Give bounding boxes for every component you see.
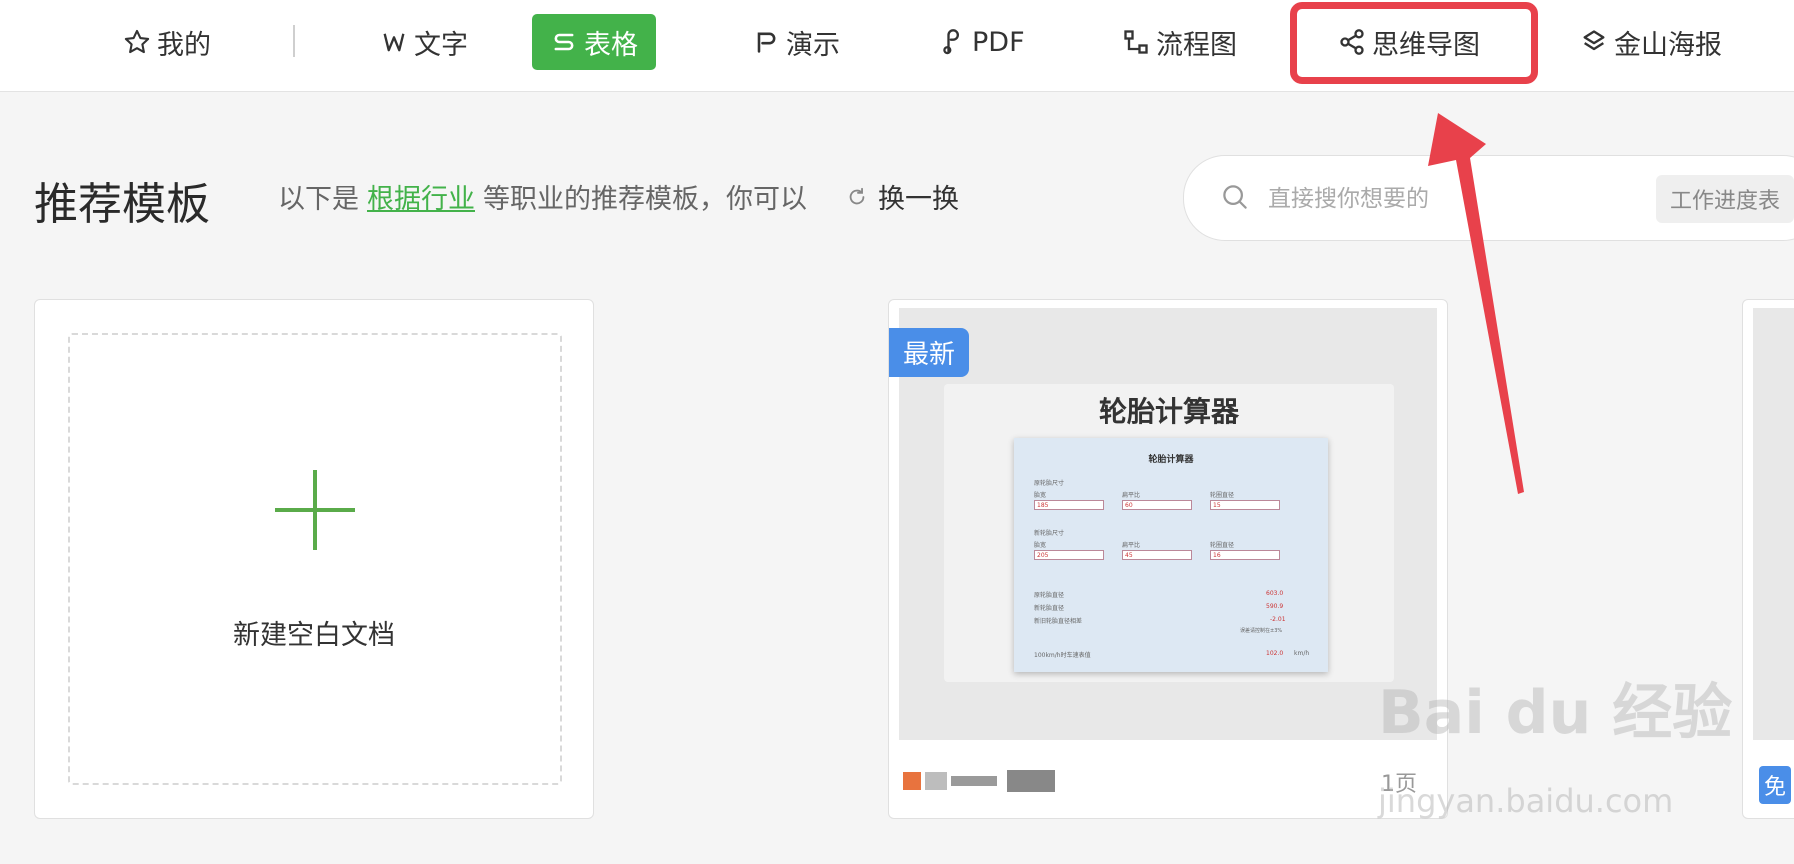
author-name-blurred xyxy=(1007,770,1055,792)
author-name-blurred xyxy=(951,776,997,786)
doc-col-label: 胎宽 xyxy=(1034,542,1047,549)
doc-note: 误差请控制在±3% xyxy=(1240,628,1283,634)
subtitle-prefix: 以下是 xyxy=(278,184,359,215)
thumbnail-document: 轮胎计算器 原轮胎尺寸 胎宽 扁平比 轮圈直径 185 60 15 新轮胎尺寸 … xyxy=(1014,438,1328,672)
refresh-label: 换一换 xyxy=(878,184,959,215)
doc-col-label: 扁平比 xyxy=(1122,542,1141,549)
template-thumbnail xyxy=(1753,308,1794,740)
industry-link[interactable]: 根据行业 xyxy=(367,177,475,216)
doc-result-value: 102.0 xyxy=(1266,650,1284,657)
author-name-blurred xyxy=(925,772,947,790)
doc-col-label: 胎宽 xyxy=(1034,492,1047,499)
doc-group-label: 原轮胎尺寸 xyxy=(1034,480,1065,487)
page-title: 推荐模板 xyxy=(34,179,210,230)
search-input[interactable] xyxy=(1266,178,1570,220)
doc-group-label: 新轮胎尺寸 xyxy=(1034,530,1065,537)
template-thumbnail[interactable]: 轮胎计算器 轮胎计算器 原轮胎尺寸 胎宽 扁平比 轮圈直径 185 60 15 … xyxy=(899,308,1437,740)
doc-result-value: 603.0 xyxy=(1266,590,1284,597)
search-suggestion-tag[interactable]: 工作进度表 xyxy=(1656,175,1794,223)
annotation-highlight-box xyxy=(1290,2,1538,84)
w-icon xyxy=(383,33,405,52)
author-avatar xyxy=(903,772,921,790)
doc-field: 45 xyxy=(1122,550,1192,560)
search-icon xyxy=(1223,185,1247,209)
doc-result-value: 590.9 xyxy=(1266,603,1284,610)
tab-label: 演示 xyxy=(786,29,840,61)
tab-spreadsheet[interactable]: 表格 xyxy=(532,14,656,70)
watermark-url: jingyan.baidu.com xyxy=(1378,782,1674,820)
tab-poster[interactable]: 金山海报 xyxy=(1580,14,1722,70)
p-icon xyxy=(757,32,776,53)
doc-col-label: 轮圈直径 xyxy=(1210,542,1235,549)
s-icon xyxy=(554,33,574,51)
pdf-icon xyxy=(943,29,960,55)
doc-result-value: -2.01 xyxy=(1270,616,1286,623)
tab-label: PDF xyxy=(972,26,1025,58)
free-badge: 免 xyxy=(1759,766,1792,804)
doc-result-label: 新轮胎直径 xyxy=(1034,605,1065,612)
nav-divider xyxy=(293,25,295,57)
template-author xyxy=(903,770,1055,792)
tab-pdf[interactable]: PDF xyxy=(938,14,1025,70)
refresh-icon xyxy=(849,187,865,204)
doc-field: 16 xyxy=(1210,550,1280,560)
doc-field: 205 xyxy=(1034,550,1104,560)
doc-field: 60 xyxy=(1122,500,1192,510)
section-subtitle: 以下是 根据行业 等职业的推荐模板，你可以 xyxy=(278,177,807,216)
tab-presentation[interactable]: 演示 xyxy=(752,14,840,70)
tab-label: 金山海报 xyxy=(1614,29,1722,61)
watermark: Bai du 经验 xyxy=(1378,678,1733,748)
new-blank-document-label: 新建空白文档 xyxy=(233,620,395,651)
tab-label: 文字 xyxy=(414,29,468,61)
template-card[interactable]: 轮胎计算器 轮胎计算器 原轮胎尺寸 胎宽 扁平比 轮圈直径 185 60 15 … xyxy=(888,299,1448,819)
doc-col-label: 轮圈直径 xyxy=(1210,492,1235,499)
doc-result-label: 新旧轮胎直径相差 xyxy=(1034,618,1083,625)
new-blank-document-card[interactable]: 新建空白文档 xyxy=(34,299,594,819)
doc-field: 15 xyxy=(1210,500,1280,510)
doc-col-label: 扁平比 xyxy=(1122,492,1141,499)
doc-result-label: 原轮胎直径 xyxy=(1034,592,1065,599)
tab-label: 我的 xyxy=(157,29,211,61)
tab-mine[interactable]: 我的 xyxy=(123,14,211,70)
doc-result-label: 100km/h时车速表值 xyxy=(1034,652,1091,659)
top-nav-bar: 我的 文字 表格 演示 PDF 流程图 思维导图 金山海报 xyxy=(0,0,1794,92)
tab-flowchart[interactable]: 流程图 xyxy=(1122,14,1237,70)
thumbnail-sheet: 轮胎计算器 轮胎计算器 原轮胎尺寸 胎宽 扁平比 轮圈直径 185 60 15 … xyxy=(944,384,1394,682)
template-card-partial[interactable]: 免 xyxy=(1742,299,1794,819)
doc-title: 轮胎计算器 xyxy=(1148,455,1194,465)
poster-icon xyxy=(1583,30,1605,51)
star-icon xyxy=(124,29,150,54)
tab-writer[interactable]: 文字 xyxy=(380,14,468,70)
dashed-border xyxy=(68,333,562,785)
plus-icon xyxy=(275,470,355,550)
tab-label: 流程图 xyxy=(1156,29,1237,61)
doc-field: 185 xyxy=(1034,500,1104,510)
template-title: 轮胎计算器 xyxy=(1098,395,1239,428)
doc-unit: km/h xyxy=(1294,650,1310,657)
subtitle-suffix: 等职业的推荐模板，你可以 xyxy=(483,184,807,215)
flowchart-icon xyxy=(1124,30,1148,54)
refresh-button[interactable]: 换一换 xyxy=(846,177,959,216)
tab-label: 表格 xyxy=(584,29,638,61)
new-badge: 最新 xyxy=(889,328,970,377)
